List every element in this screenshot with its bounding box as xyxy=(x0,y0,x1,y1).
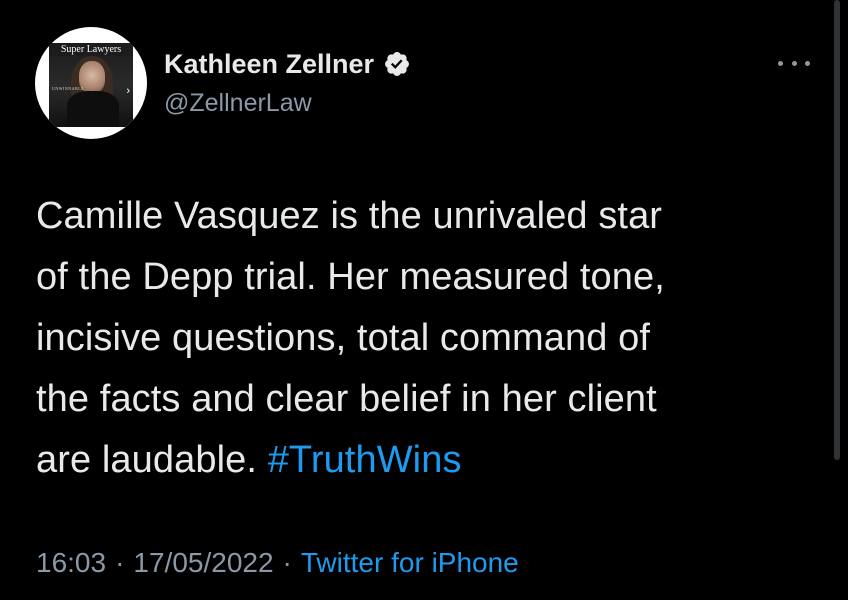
author-avatar[interactable]: Super Lawyers UNWINNABLE › xyxy=(35,27,147,139)
tweet-date[interactable]: 17/05/2022 xyxy=(133,547,273,578)
tweet-time[interactable]: 16:03 xyxy=(36,547,106,578)
tweet-source-link[interactable]: Twitter for iPhone xyxy=(301,547,519,578)
tweet-text-last-line: are laudable. #TruthWins xyxy=(36,430,816,491)
verified-badge-icon xyxy=(385,52,410,76)
tweet-metadata: 16:03 · 17/05/2022 · Twitter for iPhone xyxy=(36,544,519,582)
tweet-text-line: Camille Vasquez is the unrivaled star xyxy=(36,195,663,237)
more-dot xyxy=(791,60,797,66)
chevron-right-icon: › xyxy=(126,85,130,97)
more-dot xyxy=(805,60,810,66)
more-dot xyxy=(778,60,783,66)
author-display-name[interactable]: Kathleen Zellner xyxy=(164,46,374,82)
tweet-text-line: are laudable. xyxy=(36,439,268,481)
avatar-body xyxy=(67,91,119,127)
tweet-text-line: incisive questions, total command of xyxy=(36,317,651,359)
meta-separator: · xyxy=(282,547,292,578)
tweet-body: Camille Vasquez is the unrivaled star of… xyxy=(36,186,816,491)
author-name-row[interactable]: Kathleen Zellner xyxy=(164,46,411,82)
more-options-button[interactable] xyxy=(778,55,810,71)
avatar-image: Super Lawyers UNWINNABLE › xyxy=(49,43,133,127)
avatar-tagline: UNWINNABLE xyxy=(52,86,85,91)
author-handle[interactable]: @ZellnerLaw xyxy=(164,86,312,120)
avatar-brand-logo: Super Lawyers xyxy=(49,43,133,56)
tweet-text-line: the facts and clear belief in her client xyxy=(36,378,657,420)
tweet-text-line: of the Depp trial. Her measured tone, xyxy=(36,256,665,298)
meta-separator: · xyxy=(115,547,125,578)
scrollbar[interactable] xyxy=(834,0,840,460)
hashtag-link[interactable]: #TruthWins xyxy=(268,439,462,481)
tweet-detail: Super Lawyers UNWINNABLE › Kathleen Zell… xyxy=(0,0,848,600)
